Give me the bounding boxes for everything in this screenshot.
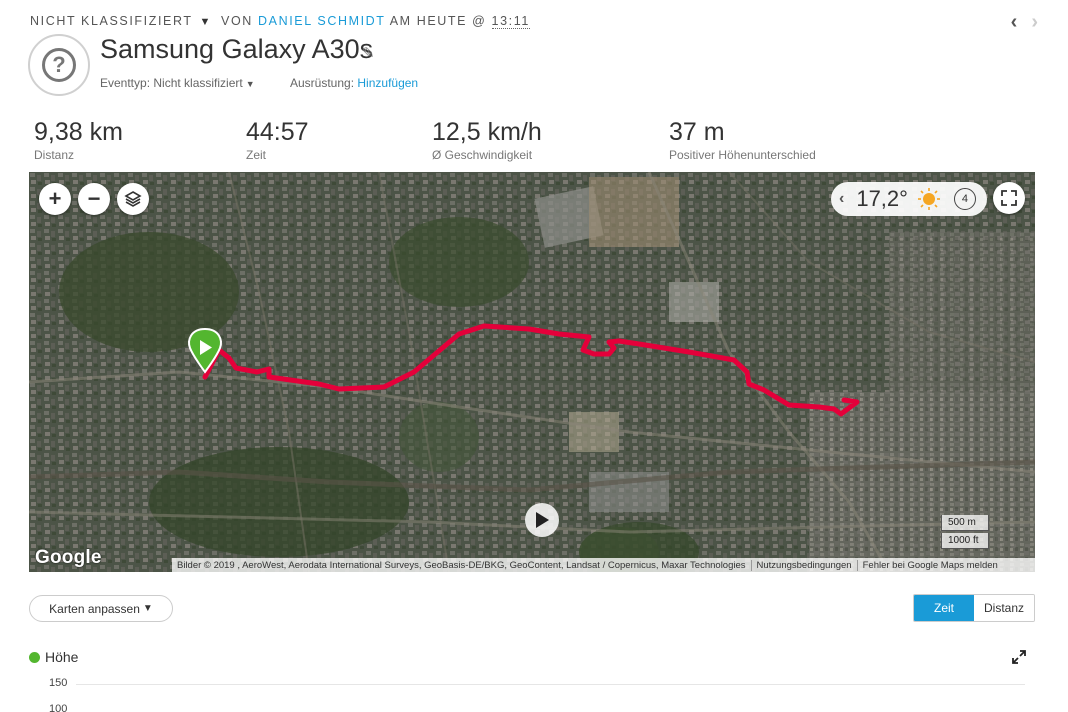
stat-value: 44:57 (246, 118, 309, 146)
activity-title: Samsung Galaxy A30s (100, 34, 374, 64)
scale-metric: 500 m (941, 515, 989, 531)
next-activity-icon[interactable]: › (1031, 12, 1038, 32)
stat-speed: 12,5 km/h Ø Geschwindigkeit (432, 118, 542, 162)
temperature: 17,2° (856, 186, 908, 211)
layers-button[interactable] (117, 183, 149, 215)
report-error-link[interactable]: Fehler bei Google Maps melden (858, 560, 1003, 571)
x-axis-toggle: Zeit Distanz (913, 594, 1035, 622)
elevation-legend-dot (29, 651, 40, 663)
stat-label: Distanz (34, 148, 75, 162)
toggle-distance-button[interactable]: Distanz (974, 595, 1034, 621)
stat-value: 9,38 km (34, 118, 123, 146)
imagery-credits: Bilder © 2019 , AeroWest, Aerodata Inter… (172, 559, 752, 571)
elevation-title: Höhe (45, 649, 79, 665)
user-link[interactable]: DANIEL SCHMIDT (258, 14, 385, 28)
event-type: Eventtyp: Nicht klassifiziert ▼ (100, 76, 255, 90)
date-label: AM HEUTE @ (389, 14, 487, 28)
activity-type-icon: ? (28, 34, 90, 96)
stat-value: 12,5 km/h (432, 118, 542, 146)
stat-label: Positiver Höhenunterschied (669, 148, 816, 162)
route-map[interactable]: + − ‹ 17,2° 4 Google 500 m 1000 ft Bilde… (29, 172, 1035, 572)
stat-distance: 9,38 km Distanz (34, 118, 123, 162)
wind-icon: 4 (953, 188, 976, 210)
zoom-out-button[interactable]: − (78, 183, 110, 215)
terms-link[interactable]: Nutzungsbedingungen (752, 559, 858, 571)
weather-prev-icon[interactable]: ‹ (839, 190, 844, 208)
zoom-in-button[interactable]: + (39, 183, 71, 215)
scale-imperial: 1000 ft (941, 533, 989, 549)
equipment: Ausrüstung: Hinzufügen (290, 76, 418, 90)
weather-widget[interactable]: ‹ 17,2° 4 (831, 182, 987, 216)
edit-title-icon[interactable]: ✎ (362, 44, 375, 62)
chevron-down-icon: ▼ (142, 603, 153, 614)
map-scale[interactable]: 500 m 1000 ft (941, 515, 1025, 551)
map-attribution: Bilder © 2019 , AeroWest, Aerodata Inter… (172, 558, 1035, 572)
event-type-label: Eventtyp: (100, 76, 151, 90)
activity-category[interactable]: NICHT KLASSIFIZIERT (30, 14, 192, 28)
activity-navigation: ‹ › (1011, 12, 1038, 32)
stat-time: 44:57 Zeit (246, 118, 309, 162)
event-type-dropdown-icon[interactable]: ▼ (246, 79, 255, 89)
customize-maps-button[interactable]: Karten anpassen ▼ (29, 595, 173, 622)
customize-maps-label: Karten anpassen (49, 601, 140, 616)
fullscreen-map-button[interactable] (993, 182, 1025, 214)
gridline (76, 684, 1025, 685)
previous-activity-icon[interactable]: ‹ (1011, 12, 1018, 32)
category-dropdown-icon[interactable]: ▼ (199, 16, 212, 28)
stat-value: 37 m (669, 118, 725, 146)
y-tick-label: 100 (49, 703, 68, 712)
stat-label: Ø Geschwindigkeit (432, 148, 533, 162)
expand-icon (1012, 650, 1026, 664)
expand-icon (1001, 190, 1017, 206)
event-type-value[interactable]: Nicht klassifiziert (153, 76, 242, 90)
y-tick-label: 150 (49, 677, 68, 689)
stat-label: Zeit (246, 148, 267, 162)
toggle-time-button[interactable]: Zeit (914, 595, 974, 621)
layers-icon (124, 191, 142, 207)
equipment-label: Ausrüstung: (290, 76, 355, 90)
play-icon (536, 512, 549, 528)
question-mark-icon: ? (42, 48, 76, 82)
add-equipment-link[interactable]: Hinzufügen (357, 76, 418, 90)
sun-icon (917, 188, 940, 210)
breadcrumb: NICHT KLASSIFIZIERT ▼ VON DANIEL SCHMIDT… (30, 14, 530, 29)
activity-time[interactable]: 13:11 (491, 14, 530, 29)
play-route-button[interactable] (525, 503, 559, 537)
by-label: VON (221, 14, 253, 28)
elevation-chart-title: Höhe (29, 649, 78, 665)
expand-chart-button[interactable] (1012, 650, 1026, 669)
stat-elevation-gain: 37 m Positiver Höhenunterschied (669, 118, 816, 162)
google-logo: Google (35, 547, 102, 568)
